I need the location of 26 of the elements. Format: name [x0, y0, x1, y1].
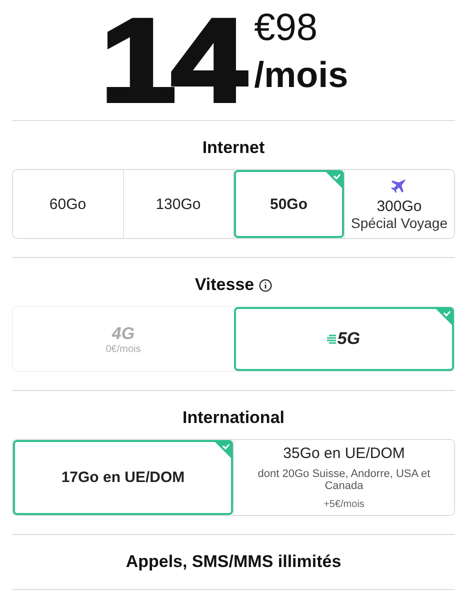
- option-label: 300Go: [376, 198, 422, 214]
- option-label: 130Go: [156, 196, 201, 212]
- speed-lines-icon: [327, 334, 336, 344]
- option-label: 17Go en UE/DOM: [61, 469, 185, 486]
- price-cents: €98: [254, 8, 319, 48]
- option-card[interactable]: 5G: [234, 307, 454, 371]
- section-title: Internet: [202, 137, 265, 159]
- section-title: Vitesse: [194, 274, 254, 296]
- check-corner-icon: [214, 441, 232, 459]
- option-card[interactable]: 50Go: [234, 170, 344, 238]
- option-note: +5€/mois: [324, 499, 364, 510]
- option-note: 0€/mois: [106, 344, 141, 354]
- info-icon[interactable]: [259, 278, 272, 292]
- option-label: 35Go en UE/DOM: [283, 445, 405, 462]
- option-label: 60Go: [49, 196, 86, 212]
- check-corner-icon: [435, 308, 453, 326]
- option-detail: dont 20Go Suisse, Andorre, USA et Canada: [256, 468, 432, 492]
- option-label: 5G: [337, 329, 360, 349]
- option-label: 4G: [112, 324, 135, 344]
- option-sublabel: Spécial Voyage: [350, 214, 448, 230]
- section-title: International: [182, 407, 284, 429]
- option-card[interactable]: 17Go en UE/DOM: [13, 440, 233, 515]
- airplane-icon: [391, 178, 408, 194]
- check-corner-icon: [324, 171, 342, 189]
- section-title: Appels, SMS/MMS illimités: [126, 551, 342, 573]
- option-label: 50Go: [270, 196, 308, 212]
